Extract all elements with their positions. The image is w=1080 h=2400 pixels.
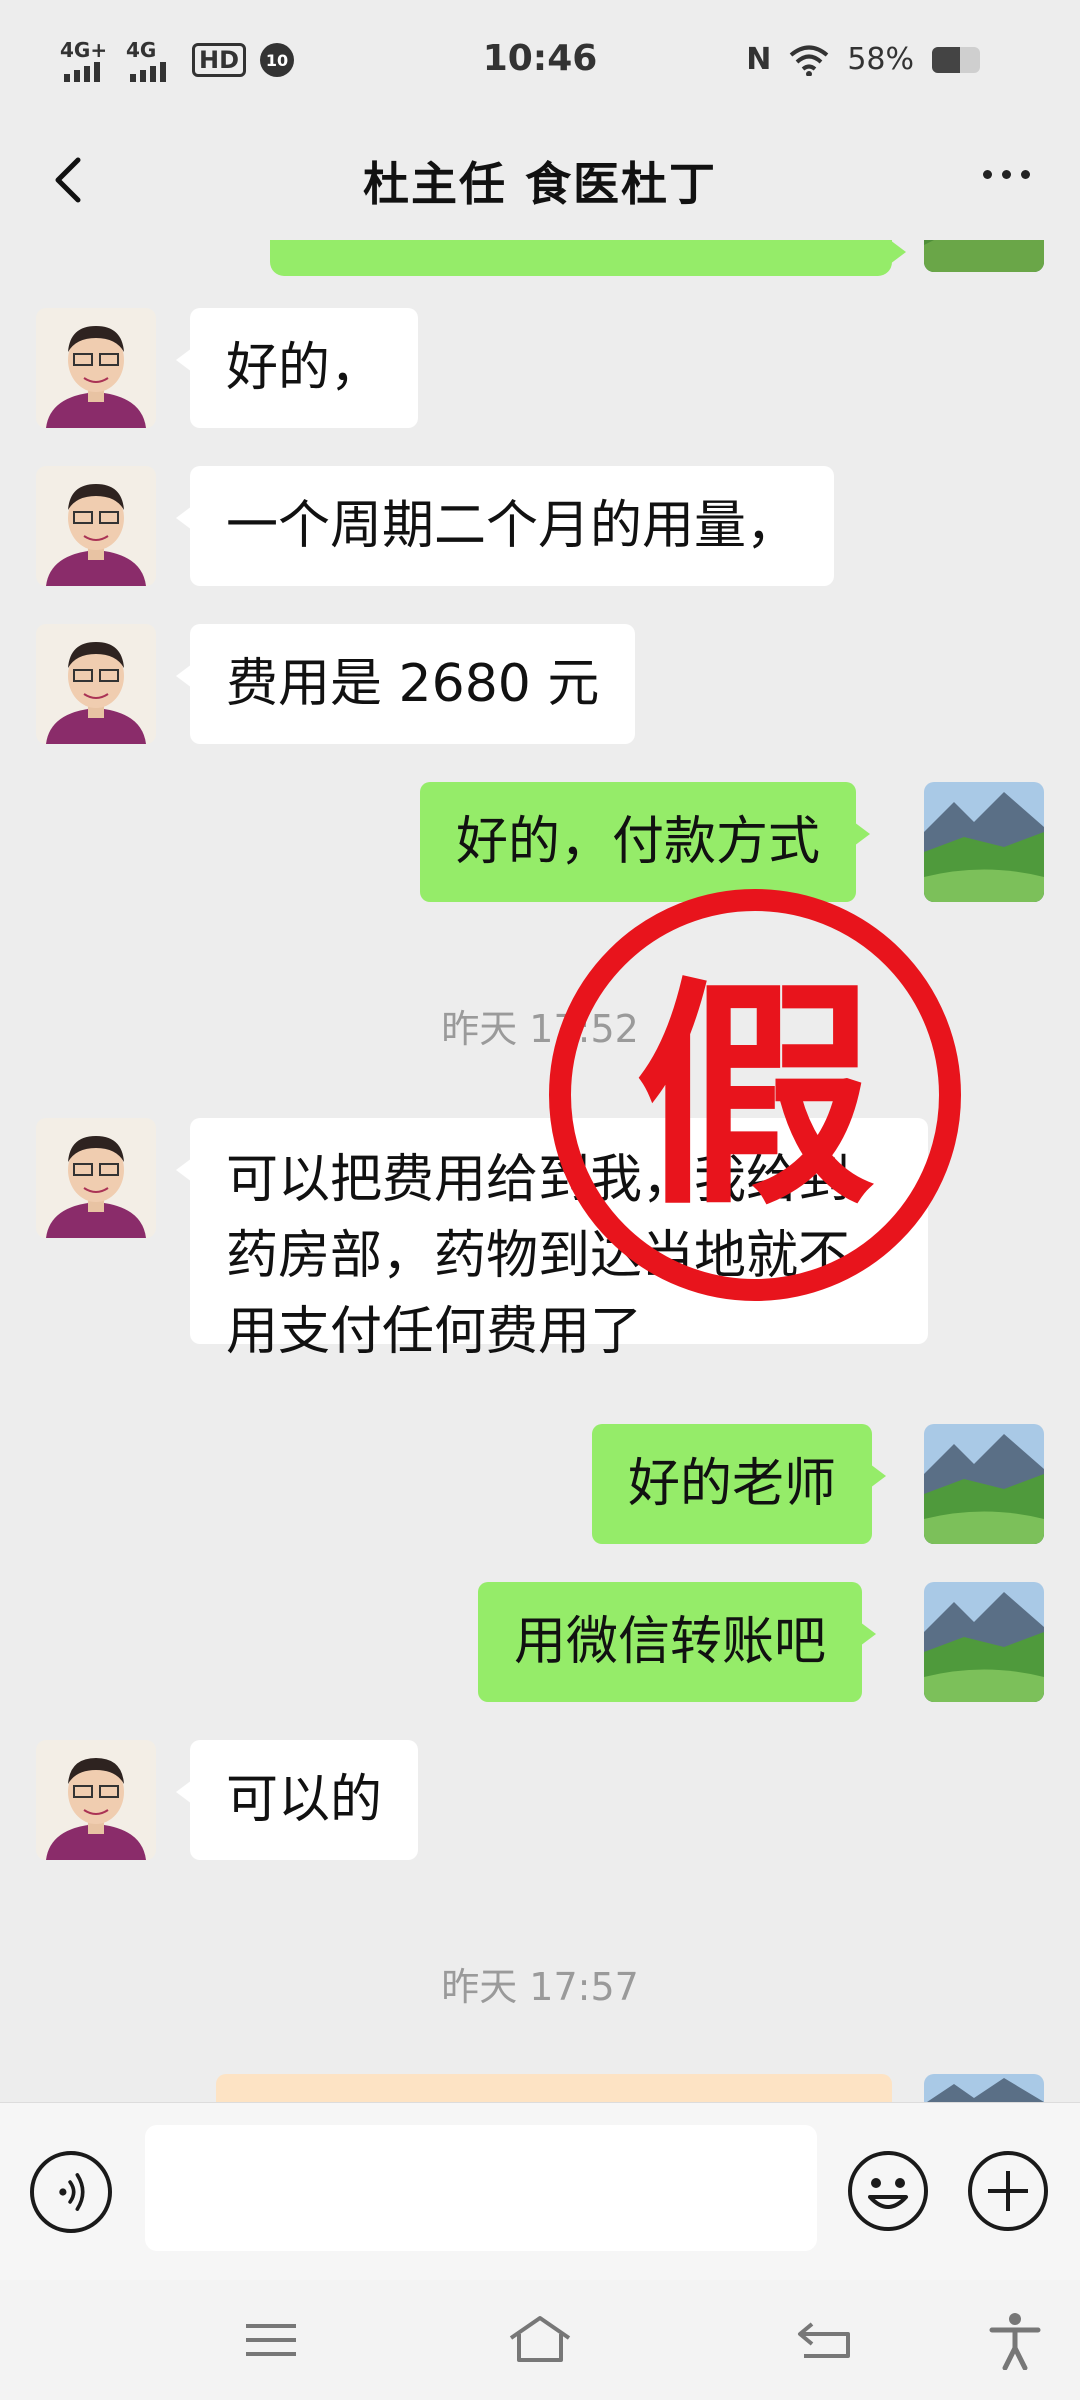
voice-input-button[interactable]	[30, 2151, 112, 2233]
fake-warning-stamp: 假	[549, 889, 961, 1301]
my-avatar[interactable]	[924, 240, 1044, 272]
message-incoming[interactable]: 可以的	[175, 1740, 419, 1860]
doctor-avatar[interactable]	[36, 624, 156, 744]
message-partial-top[interactable]	[270, 240, 906, 276]
back-icon[interactable]	[790, 2310, 860, 2370]
my-avatar[interactable]	[924, 1582, 1044, 1702]
message-outgoing[interactable]: 好的老师	[592, 1424, 887, 1544]
plus-button[interactable]	[966, 2149, 1050, 2233]
status-right: N 58%	[746, 42, 980, 77]
message-incoming[interactable]: 费用是 2680 元	[175, 624, 636, 744]
my-avatar[interactable]	[924, 2074, 1044, 2102]
home-icon[interactable]	[505, 2310, 575, 2370]
emoji-button[interactable]	[846, 2149, 930, 2233]
battery-icon	[932, 46, 980, 73]
doctor-avatar[interactable]	[36, 466, 156, 586]
doctor-avatar[interactable]	[36, 1118, 156, 1238]
doctor-avatar[interactable]	[36, 1740, 156, 1860]
chat-title: 杜主任 食医杜丁	[362, 157, 717, 211]
message-input[interactable]	[145, 2125, 817, 2251]
system-navigation	[0, 2280, 1080, 2400]
transfer-card-partial[interactable]	[216, 2074, 892, 2102]
input-bar	[0, 2102, 1080, 2280]
svg-text:假: 假	[635, 957, 875, 1237]
doctor-avatar[interactable]	[36, 308, 156, 428]
timestamp: 昨天 17:57	[441, 1965, 639, 2009]
my-avatar[interactable]	[924, 1424, 1044, 1544]
message-outgoing[interactable]: 用微信转账吧	[478, 1582, 877, 1702]
message-incoming[interactable]: 一个周期二个月的用量，	[175, 466, 835, 586]
message-list[interactable]: 好的， 一个周期二个月的用量， 费用是 2680 元 好的，付款方式 昨天 17…	[0, 240, 1080, 2102]
wifi-icon	[790, 45, 829, 76]
more-options-button[interactable]	[983, 170, 1030, 179]
accessibility-icon[interactable]	[980, 2310, 1050, 2370]
nfc-icon: N	[746, 42, 772, 77]
message-incoming[interactable]: 好的，	[175, 308, 419, 428]
battery-percent: 58%	[847, 42, 914, 77]
menu-icon[interactable]	[236, 2310, 306, 2370]
chat-header: 杜主任 食医杜丁	[0, 120, 1080, 250]
status-bar: 4G+ 4G HD 10 10:46 N 58%	[0, 0, 1080, 120]
